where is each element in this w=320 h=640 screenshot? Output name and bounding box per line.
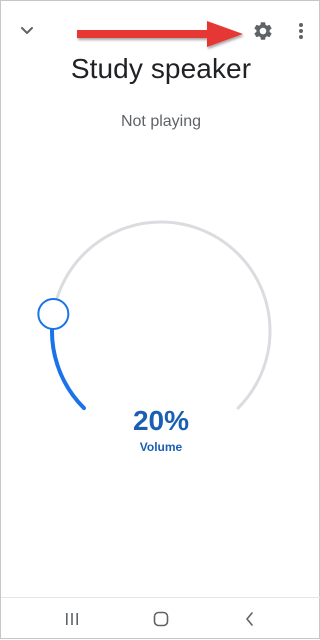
playback-status: Not playing [120,113,202,130]
volume-label: Volume [139,440,183,454]
volume-percentage: 20% [132,405,190,436]
back-icon [246,612,253,626]
home-icon [153,611,169,627]
settings-button[interactable] [249,17,277,45]
system-navigation-bar [1,597,320,640]
more-options-button[interactable] [287,17,315,45]
home-button[interactable] [143,606,179,632]
collapse-button[interactable] [13,17,41,45]
gear-icon [254,22,272,40]
device-screen: Study speaker Not playing 20% Volume [0,0,320,639]
back-button[interactable] [232,606,268,632]
annotation-arrow-icon [77,21,243,47]
chevron-down-icon [21,27,33,34]
device-name: Study speaker [70,53,252,84]
recents-button[interactable] [54,606,90,632]
recents-icon [66,613,78,625]
more-vert-icon [299,23,303,39]
volume-dial [37,220,272,411]
volume-knob[interactable] [37,297,70,330]
volume-track [50,220,272,410]
